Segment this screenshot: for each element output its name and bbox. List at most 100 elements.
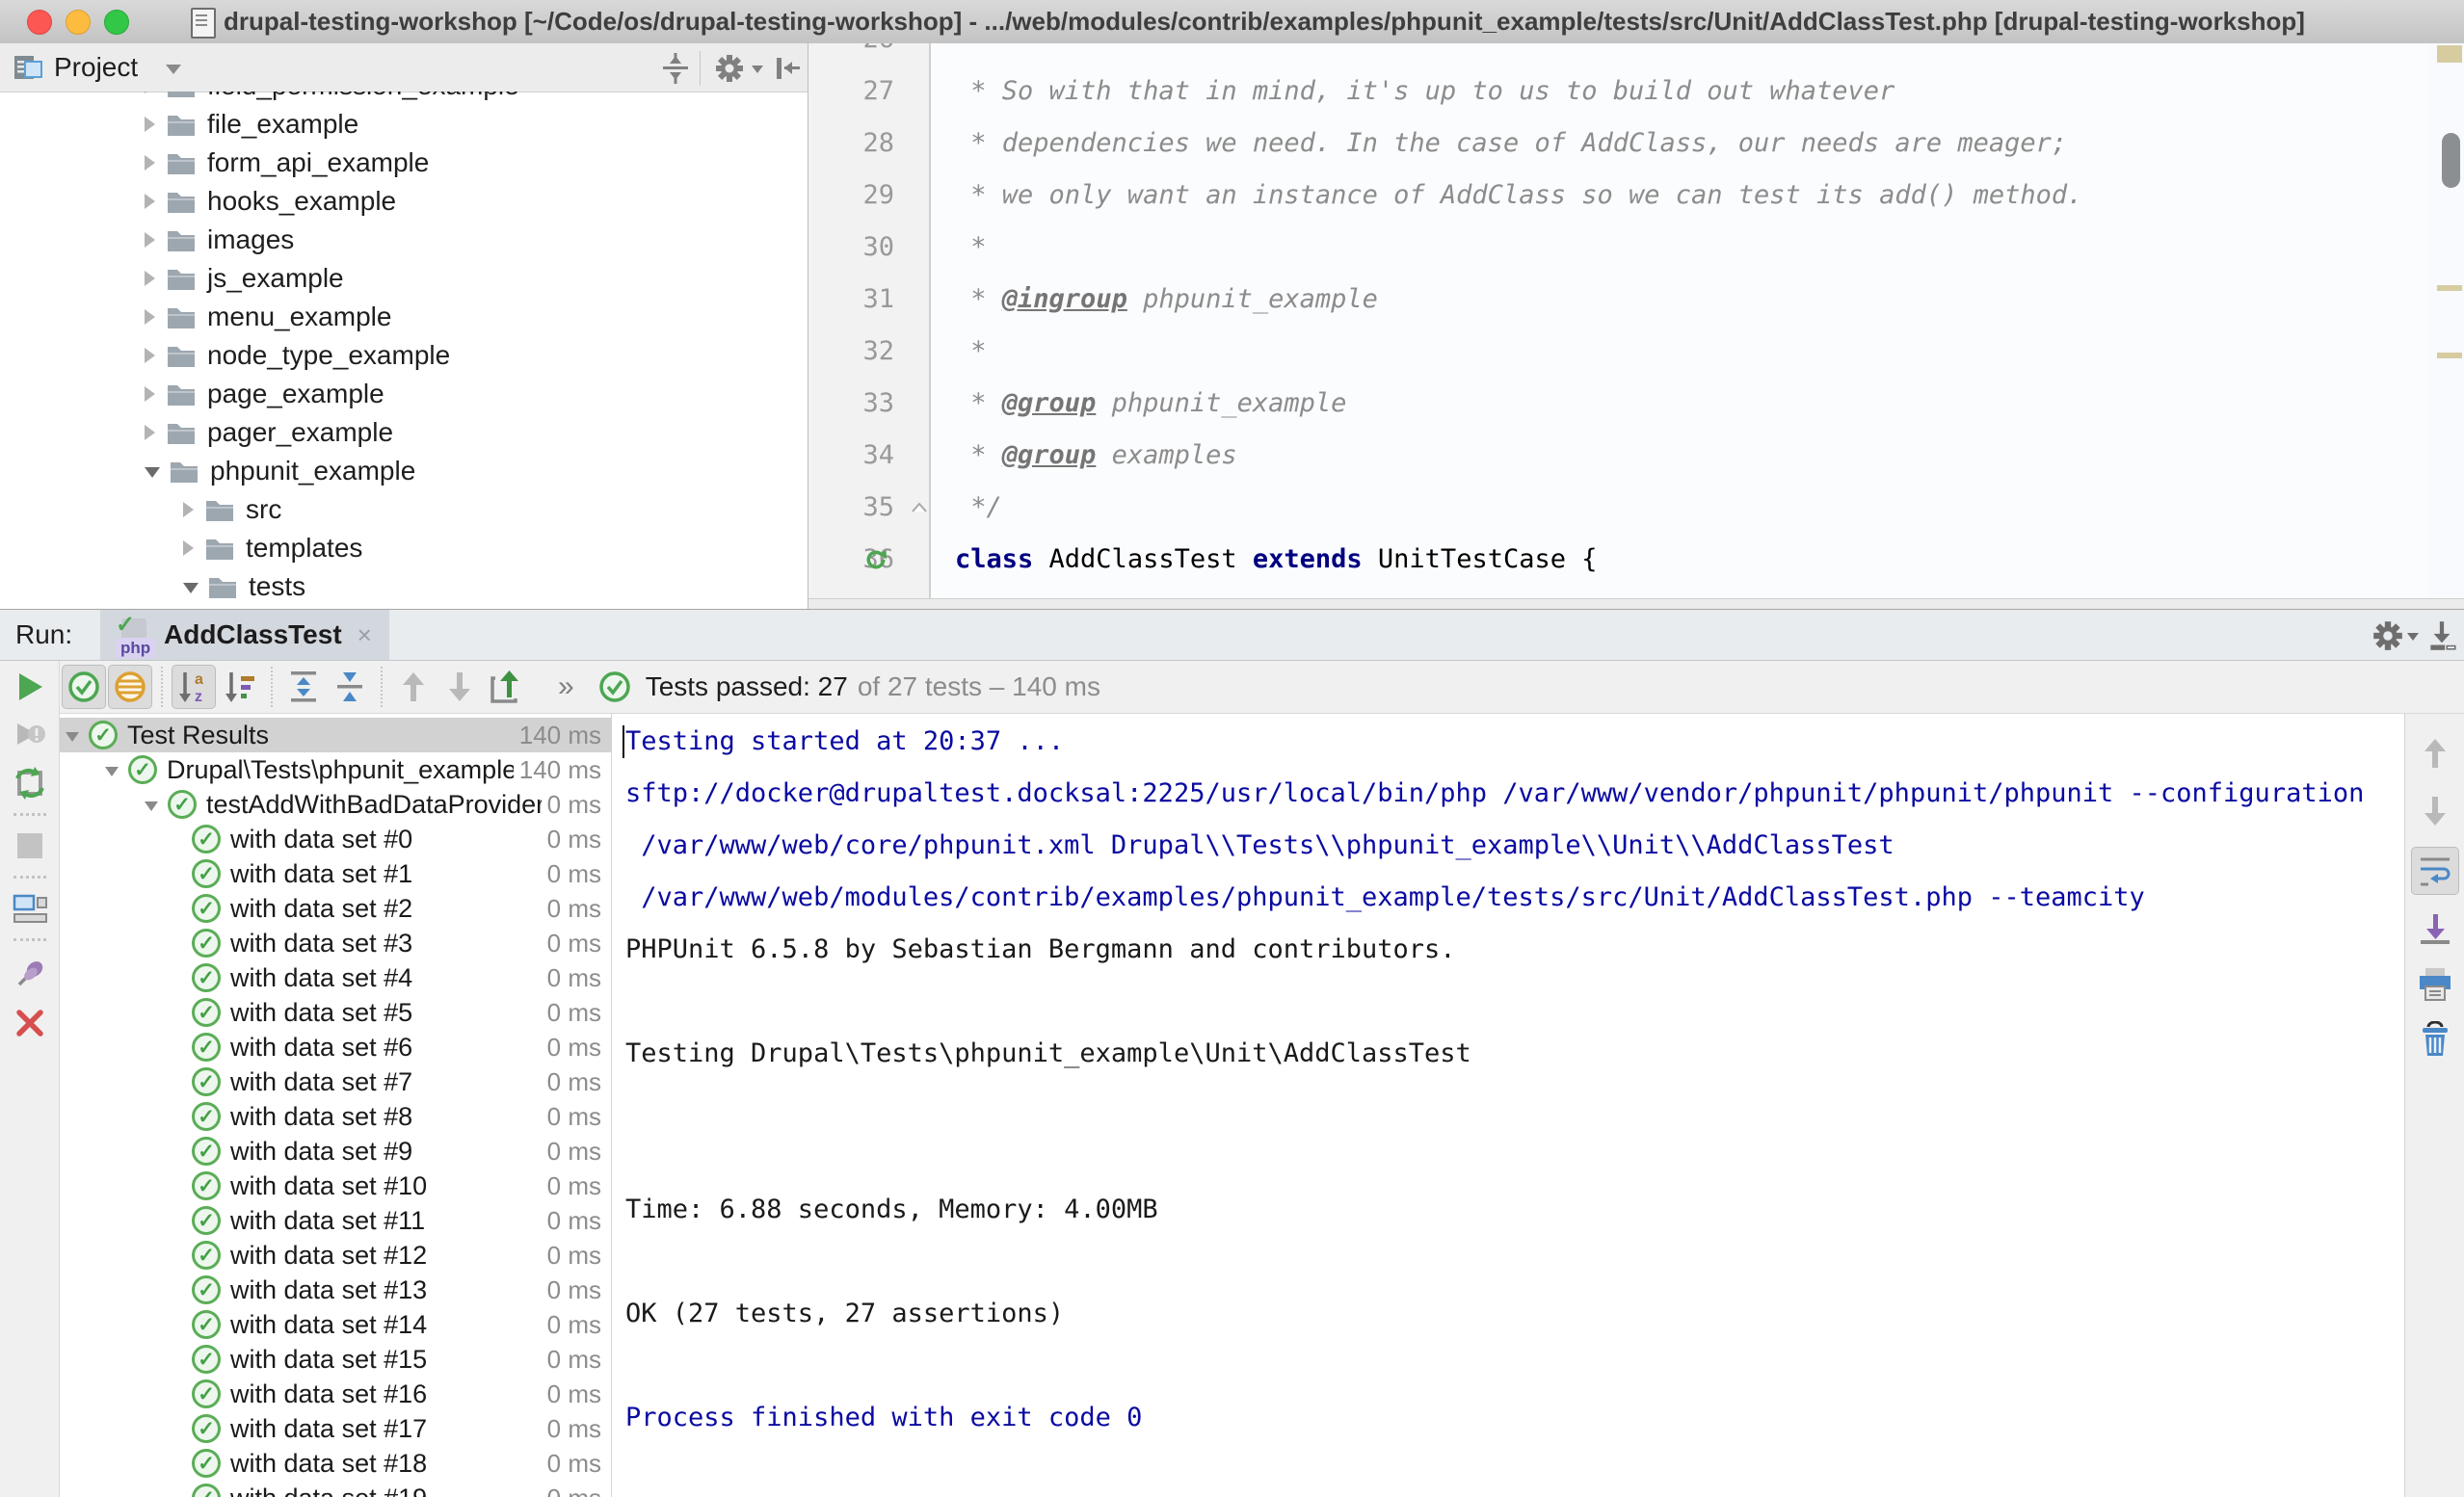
test-result-row[interactable]: ✓with data set #00 ms	[60, 822, 611, 856]
stripe-mark[interactable]	[2437, 45, 2462, 63]
test-result-row[interactable]: ✓with data set #190 ms	[60, 1481, 611, 1497]
rerun-button[interactable]	[12, 669, 48, 705]
editor-line[interactable]: 31 * @ingroup phpunit_example	[808, 274, 2464, 326]
restore-layout-button[interactable]	[12, 890, 48, 927]
settings-gear-icon[interactable]	[713, 52, 746, 85]
close-panel-button[interactable]	[12, 1005, 48, 1041]
test-result-row[interactable]: ✓with data set #90 ms	[60, 1134, 611, 1169]
chevron-down-icon[interactable]	[105, 767, 119, 776]
chevron-right-icon[interactable]	[145, 348, 155, 363]
clear-all-trash-icon[interactable]	[2411, 1016, 2459, 1064]
pin-tab-button[interactable]	[12, 953, 48, 995]
run-test-gutter-icon[interactable]	[862, 546, 889, 573]
chevron-right-icon[interactable]	[145, 386, 155, 402]
editor-line[interactable]: 28 * dependencies we need. In the case o…	[808, 118, 2464, 170]
editor-line[interactable]: 36class AddClassTest extends UnitTestCas…	[808, 534, 2464, 586]
more-actions-chevrons[interactable]: »	[558, 670, 576, 703]
close-tab-icon[interactable]: ×	[358, 620, 372, 650]
hide-panel-down-icon[interactable]	[2424, 618, 2459, 653]
editor-line[interactable]: 32 *	[808, 326, 2464, 378]
test-result-row[interactable]: ✓testAddWithBadDataProvider0 ms	[60, 787, 611, 822]
chevron-down-icon[interactable]	[145, 801, 158, 811]
chevron-right-icon[interactable]	[145, 309, 155, 325]
project-tree-row[interactable]: file_example	[0, 105, 808, 144]
chevron-down-icon[interactable]	[145, 467, 160, 478]
scroll-to-end-button[interactable]	[2411, 905, 2459, 953]
test-result-row[interactable]: ✓with data set #40 ms	[60, 960, 611, 995]
test-result-row[interactable]: ✓with data set #160 ms	[60, 1377, 611, 1411]
editor-line[interactable]: 35 */	[808, 482, 2464, 534]
test-result-row[interactable]: ✓with data set #130 ms	[60, 1273, 611, 1307]
fold-marker-icon[interactable]	[909, 498, 930, 517]
project-tree-row[interactable]: phpunit_example	[0, 452, 808, 490]
editor-line[interactable]: 26	[808, 43, 2464, 66]
chevron-right-icon[interactable]	[145, 92, 155, 93]
project-tree-row[interactable]: pager_example	[0, 413, 808, 452]
editor-scrollbar-thumb[interactable]	[2442, 133, 2460, 188]
collapse-all-button[interactable]	[328, 665, 372, 709]
project-tree-row[interactable]: page_example	[0, 375, 808, 413]
editor-line[interactable]: 30 *	[808, 222, 2464, 274]
project-tree-row[interactable]: templates	[0, 529, 808, 567]
test-result-row[interactable]: ✓with data set #120 ms	[60, 1238, 611, 1273]
zoom-window-button[interactable]	[104, 10, 129, 35]
project-tree-row[interactable]: menu_example	[0, 298, 808, 336]
code-editor[interactable]: 2627 * So with that in mind, it's up to …	[808, 43, 2464, 609]
chevron-right-icon[interactable]	[183, 540, 194, 556]
test-result-row[interactable]: ✓with data set #60 ms	[60, 1030, 611, 1064]
settings-gear-icon[interactable]	[2371, 618, 2405, 653]
chevron-down-icon[interactable]	[66, 732, 79, 742]
soft-wrap-toggle[interactable]	[2411, 847, 2459, 895]
minimize-window-button[interactable]	[66, 10, 91, 35]
test-result-row[interactable]: ✓with data set #20 ms	[60, 891, 611, 926]
test-result-row[interactable]: ✓with data set #70 ms	[60, 1064, 611, 1099]
up-stack-trace-button[interactable]	[2411, 729, 2459, 777]
show-passed-toggle[interactable]	[62, 665, 106, 709]
editor-line[interactable]: 27 * So with that in mind, it's up to us…	[808, 66, 2464, 118]
test-result-row[interactable]: ✓with data set #100 ms	[60, 1169, 611, 1203]
project-panel-title[interactable]: Project	[54, 43, 138, 92]
test-result-row[interactable]: ✓with data set #180 ms	[60, 1446, 611, 1481]
stripe-mark[interactable]	[2437, 285, 2462, 291]
editor-line[interactable]: 33 * @group phpunit_example	[808, 378, 2464, 430]
test-result-row[interactable]: ✓with data set #50 ms	[60, 995, 611, 1030]
chevron-right-icon[interactable]	[145, 425, 155, 440]
stripe-mark[interactable]	[2437, 353, 2462, 358]
stop-button[interactable]	[12, 827, 48, 864]
expand-all-button[interactable]	[281, 665, 326, 709]
project-tree-row[interactable]: node_type_example	[0, 336, 808, 375]
print-icon[interactable]	[2411, 960, 2459, 1009]
chevron-right-icon[interactable]	[145, 194, 155, 209]
test-result-row[interactable]: ✓with data set #140 ms	[60, 1307, 611, 1342]
project-tree-row[interactable]: tests	[0, 567, 808, 606]
close-window-button[interactable]	[27, 10, 52, 35]
editor-line[interactable]: 29 * we only want an instance of AddClas…	[808, 170, 2464, 222]
toggle-auto-test-button[interactable]	[12, 765, 48, 801]
project-tree-row[interactable]: src	[0, 490, 808, 529]
editor-horizontal-scrollbar[interactable]	[808, 598, 2464, 609]
chevron-down-icon[interactable]	[183, 583, 199, 593]
import-test-results-button[interactable]	[484, 665, 528, 709]
test-result-row[interactable]: ✓Test Results140 ms	[60, 718, 611, 752]
chevron-right-icon[interactable]	[145, 117, 155, 132]
down-stack-trace-button[interactable]	[2411, 787, 2459, 835]
chevron-right-icon[interactable]	[145, 271, 155, 286]
run-tab-addclasstest[interactable]: ✓ php AddClassTest ×	[100, 610, 389, 660]
show-ignored-toggle[interactable]	[108, 665, 152, 709]
chevron-right-icon[interactable]	[183, 502, 194, 517]
chevron-right-icon[interactable]	[145, 155, 155, 171]
sort-by-duration-button[interactable]	[218, 665, 262, 709]
collapse-all-icon[interactable]	[659, 52, 692, 85]
project-tree-row[interactable]: js_example	[0, 259, 808, 298]
previous-occurrence-button[interactable]	[391, 665, 436, 709]
project-tree-row[interactable]: images	[0, 221, 808, 259]
rerun-failed-tests-button[interactable]	[12, 717, 48, 753]
project-tree-row[interactable]: hooks_example	[0, 182, 808, 221]
sort-alphabetically-toggle[interactable]: a z	[172, 665, 216, 709]
test-result-row[interactable]: ✓with data set #80 ms	[60, 1099, 611, 1134]
editor-line[interactable]: 34 * @group examples	[808, 430, 2464, 482]
test-result-row[interactable]: ✓with data set #150 ms	[60, 1342, 611, 1377]
test-result-row[interactable]: ✓with data set #110 ms	[60, 1203, 611, 1238]
hide-panel-icon[interactable]	[771, 52, 804, 85]
project-tree-row[interactable]: form_api_example	[0, 144, 808, 182]
